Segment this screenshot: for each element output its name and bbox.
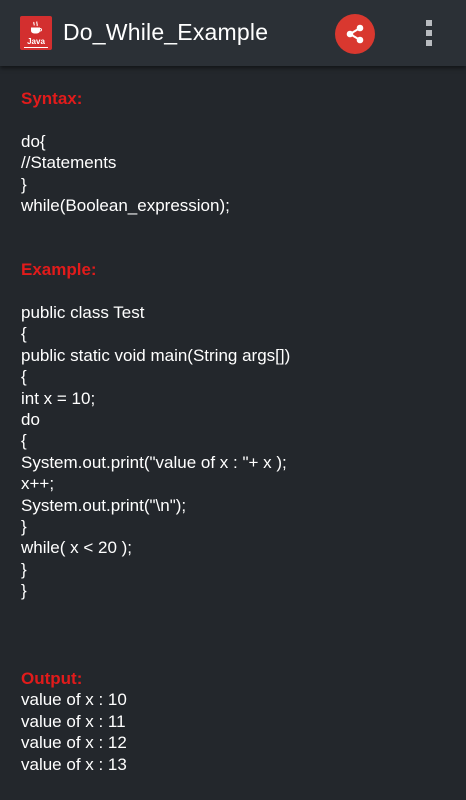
share-button[interactable] bbox=[335, 14, 375, 54]
output-heading: Output: bbox=[21, 669, 83, 688]
java-app-icon: Java bbox=[20, 16, 52, 50]
syntax-code: do{ //Statements } while(Boolean_express… bbox=[21, 131, 456, 217]
code-line: do{ bbox=[21, 131, 46, 151]
code-line: x++; bbox=[21, 474, 55, 494]
syntax-heading: Syntax: bbox=[21, 89, 83, 108]
code-line: } bbox=[21, 174, 27, 194]
code-line: { bbox=[21, 324, 27, 344]
code-line: while(Boolean_expression); bbox=[21, 196, 230, 216]
code-line: } bbox=[21, 581, 27, 601]
example-code: public class Test { public static void m… bbox=[21, 302, 456, 602]
output-line: value of x : 11 bbox=[21, 711, 126, 731]
overflow-menu-dot bbox=[426, 30, 432, 36]
code-line: System.out.print("\n"); bbox=[21, 495, 187, 515]
output-section: Output: value of x : 10 value of x : 11 … bbox=[21, 668, 127, 775]
code-line: System.out.print("value of x : "+ x ); bbox=[21, 452, 287, 472]
code-line: public class Test bbox=[21, 303, 145, 322]
code-line: } bbox=[21, 517, 27, 537]
lesson-content: Syntax: do{ //Statements } while(Boolean… bbox=[21, 88, 456, 602]
share-icon bbox=[346, 24, 364, 44]
app-toolbar: Java Do_While_Example bbox=[0, 0, 466, 66]
code-line: { bbox=[21, 367, 27, 387]
output-line: value of x : 10 bbox=[21, 690, 127, 710]
code-line: { bbox=[21, 431, 27, 451]
code-line: do bbox=[21, 410, 40, 430]
code-line: int x = 10; bbox=[21, 388, 96, 408]
overflow-menu-button[interactable] bbox=[414, 16, 444, 50]
code-line: } bbox=[21, 559, 27, 579]
output-line: value of x : 12 bbox=[21, 733, 127, 753]
app-icon-label: Java bbox=[27, 37, 45, 46]
example-heading: Example: bbox=[21, 260, 97, 280]
code-line: public static void main(String args[]) bbox=[21, 345, 291, 365]
code-line: //Statements bbox=[21, 153, 117, 173]
coffee-cup-icon bbox=[31, 21, 42, 34]
app-screen: Java Do_While_Example Syntax: do{ //Stat… bbox=[0, 0, 466, 800]
app-icon-underline bbox=[24, 47, 48, 48]
output-line: value of x : 13 bbox=[21, 754, 127, 774]
overflow-menu-icon bbox=[426, 20, 432, 26]
overflow-menu-dot bbox=[426, 40, 432, 46]
page-title: Do_While_Example bbox=[63, 19, 269, 45]
code-line: while( x < 20 ); bbox=[21, 538, 133, 558]
